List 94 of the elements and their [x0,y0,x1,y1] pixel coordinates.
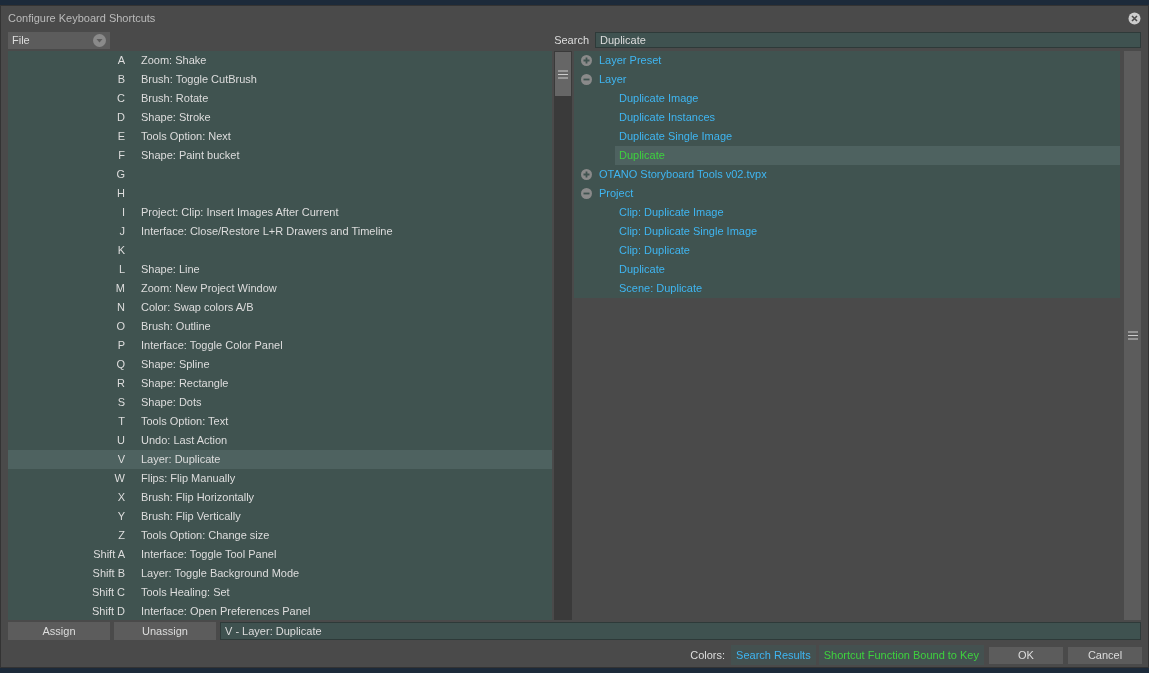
action-label: Interface: Toggle Tool Panel [140,547,277,563]
action-label: Tools Option: Change size [140,528,270,544]
key-label: P [117,339,125,352]
cancel-button[interactable]: Cancel [1068,646,1142,664]
scrollbar-thumb[interactable] [555,52,571,96]
action-label: Zoom: New Project Window [140,281,277,297]
action-label: Color: Swap colors A/B [140,300,254,316]
action-label: Flips: Flip Manually [140,471,236,487]
function-label: Duplicate [619,148,665,164]
key-label: M [115,282,125,295]
action-label: Zoom: Shake [140,53,207,69]
action-label: Shape: Dots [140,395,202,411]
shortcut-row[interactable]: V Layer: Duplicate [8,450,553,469]
action-label: Shape: Line [140,262,200,278]
key-label: V [117,453,125,466]
key-label: Q [116,358,125,371]
collapse-icon[interactable] [581,188,592,199]
key-label: J [119,225,125,238]
expand-icon[interactable] [581,169,592,180]
legend-label: Shortcut Function Bound to Key [818,644,984,666]
search-field[interactable]: Duplicate [595,32,1141,48]
action-label: Brush: Flip Vertically [140,509,241,525]
scrollbar[interactable] [554,51,572,620]
action-label: Brush: Outline [140,319,211,335]
action-label: Shape: Paint bucket [140,148,240,164]
function-label: Clip: Duplicate Image [619,205,724,221]
key-label: Z [118,529,125,542]
key-label: S [117,396,125,409]
key-label: F [118,149,125,162]
key-label: C [117,92,125,105]
key-label: R [117,377,125,390]
unassign-button[interactable]: Unassign [114,622,216,640]
action-label: Interface: Close/Restore L+R Drawers and Timeline [140,224,393,240]
key-label: G [116,168,125,181]
search-label: Search [554,32,589,48]
key-label: N [117,301,125,314]
window-title: Configure Keyboard Shortcuts [8,10,156,26]
collapse-icon[interactable] [581,74,592,85]
function-label: Clip: Duplicate Single Image [619,224,758,240]
close-icon[interactable] [1128,11,1141,25]
action-label: Project: Clip: Insert Images After Current [140,205,339,221]
grip-icon [1127,331,1138,340]
key-label: D [117,111,125,124]
key-label: I [121,206,125,219]
key-label: H [117,187,125,200]
assign-button[interactable]: Assign [8,622,110,640]
action-label: Brush: Flip Horizontally [140,490,255,506]
scrollbar[interactable] [1124,51,1141,620]
action-label: Tools Option: Text [140,414,229,430]
function-label: Duplicate Instances [619,110,715,126]
group-label[interactable]: Layer [599,71,627,88]
function-label: Duplicate [619,262,665,278]
key-label: Shift A [93,548,125,561]
key-label: E [117,130,125,143]
expand-icon[interactable] [581,55,592,66]
colors-label: Colors: [690,647,726,663]
action-label: Shape: Rectangle [140,376,229,392]
key-label: U [117,434,125,447]
key-label: W [114,472,125,485]
function-row[interactable]: Duplicate [615,146,1121,165]
action-label: Undo: Last Action [140,433,228,449]
action-label: Layer: Toggle Background Mode [140,566,300,582]
key-label: Shift C [92,586,125,599]
action-label: Shape: Stroke [140,110,211,126]
action-label: Layer: Duplicate [140,452,221,468]
key-label: Shift D [92,605,125,618]
group-label[interactable]: Layer Preset [599,52,662,69]
key-label: X [117,491,125,504]
key-label: L [118,263,125,276]
key-label: O [116,320,125,333]
action-label: Interface: Toggle Color Panel [140,338,283,354]
function-label: Scene: Duplicate [619,281,703,297]
ok-button[interactable]: OK [989,646,1063,664]
action-label: Tools Option: Next [140,129,231,145]
dropdown-caret-icon [93,33,106,47]
key-label: B [117,73,125,86]
key-label: T [118,415,125,428]
key-label: Y [117,510,125,523]
grip-icon [558,69,569,79]
action-label: Brush: Toggle CutBrush [140,72,257,88]
legend-label: Search Results [731,644,816,666]
action-label: Shape: Spline [140,357,210,373]
key-label: Shift B [92,567,125,580]
action-label: Brush: Rotate [140,91,209,107]
key-label: A [117,54,125,67]
category-dropdown[interactable]: File [8,31,110,49]
function-label: Clip: Duplicate [619,243,690,259]
action-label: Tools Healing: Set [140,585,230,601]
action-label: Interface: Open Preferences Panel [140,604,311,620]
key-label: K [117,244,125,257]
binding-field: V - Layer: Duplicate [220,622,1141,640]
function-label: Duplicate Image [619,91,699,107]
function-label: Duplicate Single Image [619,129,733,145]
group-label[interactable]: Project [599,185,634,202]
